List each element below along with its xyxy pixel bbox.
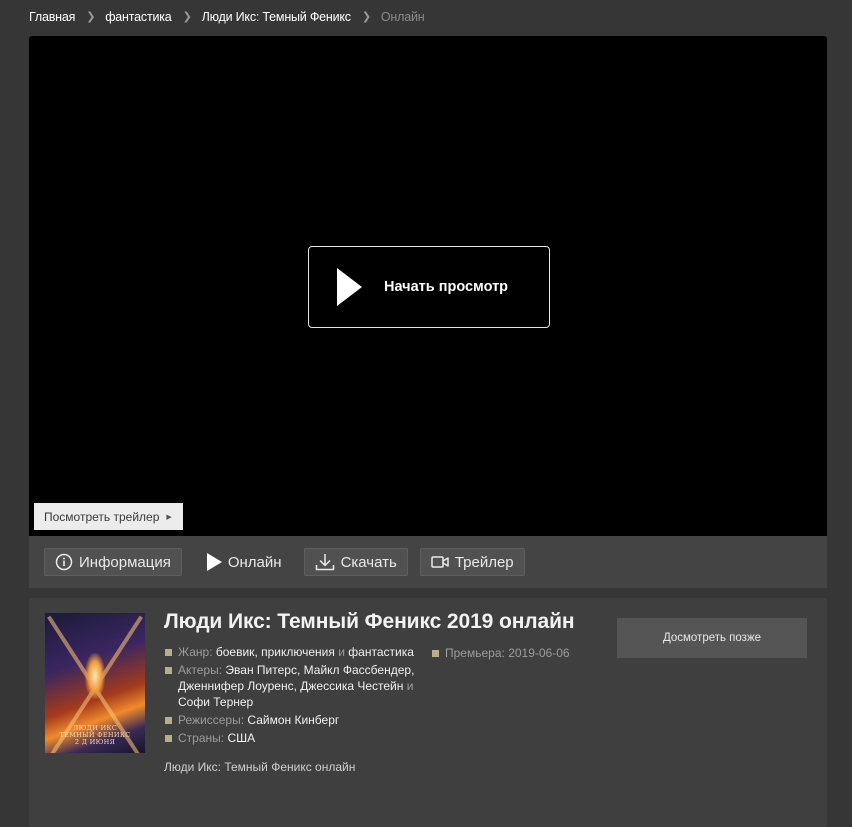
tab-info-label: Информация (79, 553, 171, 571)
tab-info[interactable]: Информация (44, 548, 182, 576)
tab-online[interactable]: Онлайн (194, 548, 292, 576)
movie-meta: Жанр: боевик, приключения и фантастика А… (165, 644, 415, 748)
play-small-icon: ▶ (166, 513, 172, 521)
tabs-bar: Информация Онлайн Скачать Трейлер (29, 536, 827, 588)
online-note: Люди Икс: Темный Феникс онлайн (164, 760, 356, 774)
bullet-icon (432, 650, 439, 657)
tab-download-label: Скачать (340, 553, 397, 571)
movie-info: ЛЮДИ ИКС ТЕМНЫЙ ФЕНИКС 2 Д ИЮНЯ Люди Икс… (29, 598, 827, 827)
tab-download[interactable]: Скачать (303, 548, 408, 576)
watch-later-button[interactable]: Досмотреть позже (617, 618, 807, 658)
chevron-right-icon: ❯ (182, 10, 192, 23)
premiere-row: Премьера: 2019-06-06 (432, 646, 570, 660)
download-icon (315, 553, 335, 571)
poster-title: ЛЮДИ ИКС ТЕМНЫЙ ФЕНИКС 2 Д ИЮНЯ (59, 724, 131, 746)
directors-row: Режиссеры: Саймон Кинберг (165, 712, 415, 728)
info-icon (55, 553, 73, 571)
actor-link[interactable]: Джессика Честейн (300, 679, 403, 693)
actor-link[interactable]: Майкл Фассбендер (304, 663, 411, 677)
chevron-right-icon: ❯ (361, 10, 371, 23)
breadcrumb-current: Онлайн (380, 10, 425, 24)
tab-trailer[interactable]: Трейлер (419, 548, 525, 576)
genre-link[interactable]: фантастика (348, 645, 414, 659)
play-icon (206, 553, 222, 571)
tab-online-label: Онлайн (227, 553, 282, 571)
watch-trailer-label: Посмотреть трейлер (44, 509, 160, 524)
video-camera-icon (431, 555, 449, 569)
movie-title: Люди Икс: Темный Феникс 2019 онлайн (164, 610, 575, 633)
start-watching-label: Начать просмотр (384, 279, 509, 295)
genre-link[interactable]: боевик (216, 645, 255, 659)
bullet-icon (165, 667, 172, 674)
video-player[interactable]: Начать просмотр Посмотреть трейлер ▶ (29, 36, 827, 536)
actor-link[interactable]: Эван Питерс (225, 663, 297, 677)
bullet-icon (165, 735, 172, 742)
countries-row: Страны: США (165, 730, 415, 746)
bullet-icon (165, 649, 172, 656)
breadcrumb-movie[interactable]: Люди Икс: Темный Феникс (202, 10, 351, 24)
chevron-right-icon: ❯ (86, 10, 96, 23)
bullet-icon (165, 717, 172, 724)
start-watching-button[interactable]: Начать просмотр (308, 246, 550, 328)
play-icon (337, 268, 362, 306)
director-link[interactable]: Саймон Кинберг (247, 713, 339, 727)
breadcrumb-genre[interactable]: фантастика (105, 10, 172, 24)
actors-row: Актеры: Эван Питерс, Майкл Фассбендер, Д… (165, 662, 415, 710)
premiere-date: 2019-06-06 (508, 646, 570, 660)
genre-link[interactable]: приключения (261, 645, 335, 659)
genre-row: Жанр: боевик, приключения и фантастика (165, 644, 415, 660)
country-link[interactable]: США (227, 731, 255, 745)
breadcrumb-home[interactable]: Главная (29, 10, 75, 24)
watch-trailer-button[interactable]: Посмотреть трейлер ▶ (34, 503, 183, 530)
tab-trailer-label: Трейлер (454, 553, 514, 571)
actor-link[interactable]: Дженнифер Лоуренс (178, 679, 294, 693)
actor-link[interactable]: Софи Тернер (178, 695, 253, 709)
breadcrumb: Главная ❯ фантастика ❯ Люди Икс: Темный … (29, 10, 425, 24)
movie-poster[interactable]: ЛЮДИ ИКС ТЕМНЫЙ ФЕНИКС 2 Д ИЮНЯ (45, 613, 145, 753)
